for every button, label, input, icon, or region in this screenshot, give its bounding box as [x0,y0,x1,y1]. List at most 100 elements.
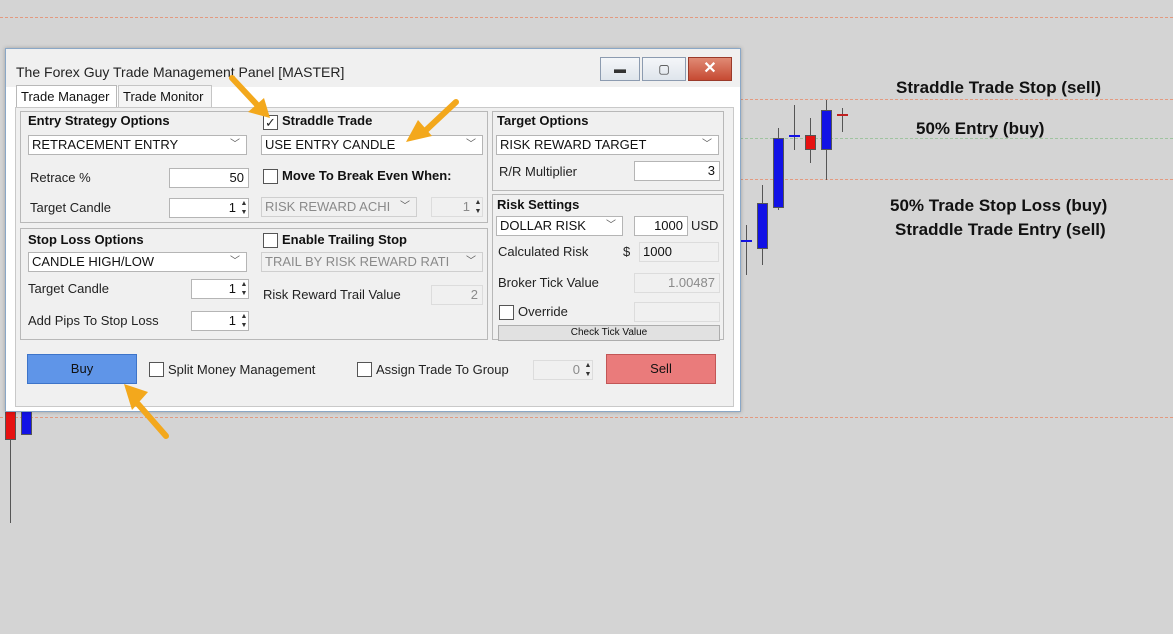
rr-multiplier-label: R/R Multiplier [499,164,578,179]
bear-candle [5,410,16,440]
chevron-down-icon: ﹀ [230,256,240,267]
level-line-stop-loss [740,179,1173,180]
candle-wick [794,105,795,150]
chevron-down-icon: ﹀ [230,139,240,150]
add-pips-stepper[interactable]: 1 ▲ ▼ [191,311,249,331]
entry-strategy-select[interactable]: RETRACEMENT ENTRY ﹀ [28,135,247,155]
trail-value-label: Risk Reward Trail Value [263,287,401,302]
window-title: The Forex Guy Trade Management Panel [MA… [16,64,345,80]
spinner-arrows-icon[interactable]: ▲ ▼ [240,199,248,217]
level-line-top [0,17,1173,18]
entry-target-candle-stepper[interactable]: 1 ▲ ▼ [169,198,249,218]
title-bar[interactable]: The Forex Guy Trade Management Panel [MA… [6,49,740,87]
break-even-select[interactable]: RISK REWARD ACHI ﹀ [261,197,417,217]
group-value: 0 [572,362,580,377]
break-even-stepper[interactable]: 1 ▲ ▼ [431,197,483,217]
straddle-label: Straddle Trade [282,113,373,128]
trailing-stop-label: Enable Trailing Stop [282,232,407,247]
break-even-value: 1 [462,199,470,214]
add-pips-value: 1 [228,313,236,328]
entry-strategy-heading: Entry Strategy Options [28,113,170,128]
straddle-select-value: USE ENTRY CANDLE [265,137,396,152]
assign-group-label: Assign Trade To Group [376,362,509,377]
bull-candle [21,410,32,435]
break-even-label: Move To Break Even When: [282,168,452,183]
group-stepper[interactable]: 0 ▲ ▼ [533,360,593,380]
risk-amount-input[interactable]: 1000 [634,216,688,236]
stop-loss-heading: Stop Loss Options [28,232,144,247]
stop-target-candle-stepper[interactable]: 1 ▲ ▼ [191,279,249,299]
spinner-arrows-icon[interactable]: ▲ ▼ [474,198,482,216]
close-button[interactable]: ✕ [688,57,732,81]
tick-value-label: Broker Tick Value [498,275,599,290]
arrow-to-straddle-select [406,99,459,142]
level-line-straddle-stop [740,99,1173,100]
target-options-group: Target Options RISK REWARD TARGET ﹀ R/R … [492,111,724,191]
risk-settings-group: Risk Settings DOLLAR RISK ﹀ 1000 USD Cal… [492,194,724,341]
candle-doji [789,135,800,137]
stop-loss-select[interactable]: CANDLE HIGH/LOW ﹀ [28,252,247,272]
tick-value-field: 1.00487 [634,273,720,293]
chevron-down-icon: ﹀ [466,256,476,267]
check-tick-value-button[interactable]: Check Tick Value [498,325,720,341]
target-options-select[interactable]: RISK REWARD TARGET ﹀ [496,135,719,155]
candle-wick [746,225,747,275]
stop-target-candle-value: 1 [228,281,236,296]
retrace-label: Retrace % [30,170,91,185]
target-options-heading: Target Options [497,113,589,128]
annotation-50-entry: 50% Entry (buy) [916,119,1045,138]
retrace-input[interactable]: 50 [169,168,249,188]
risk-settings-heading: Risk Settings [497,197,580,212]
spinner-arrows-icon[interactable]: ▲ ▼ [240,312,248,330]
chevron-down-icon: ﹀ [606,220,616,231]
annotation-50-stop-loss: 50% Trade Stop Loss (buy) [890,196,1108,215]
candle-wick [842,108,843,132]
bear-candle [805,135,816,150]
risk-currency-label: USD [691,218,719,233]
maximize-button[interactable]: ▢ [642,57,686,81]
chevron-down-icon: ﹀ [400,201,410,212]
trade-management-window: The Forex Guy Trade Management Panel [MA… [5,48,741,412]
dollar-sign-label: $ [623,244,631,259]
split-money-label: Split Money Management [168,362,316,377]
sell-button[interactable]: Sell [606,354,716,384]
risk-type-select[interactable]: DOLLAR RISK ﹀ [496,216,623,236]
spinner-arrows-icon[interactable]: ▲ ▼ [584,361,592,379]
candle-doji [741,240,752,242]
arrow-to-buy-button [124,384,169,439]
split-money-checkbox[interactable] [149,362,164,377]
add-pips-label: Add Pips To Stop Loss [28,313,159,328]
trailing-select-value: TRAIL BY RISK REWARD RATI [265,254,450,269]
trail-value-input[interactable]: 2 [431,285,483,305]
trailing-stop-checkbox[interactable] [263,233,278,248]
candle-doji [837,114,848,116]
spinner-arrows-icon[interactable]: ▲ ▼ [240,280,248,298]
trade-manager-panel: Entry Strategy Options RETRACEMENT ENTRY… [15,107,734,407]
risk-type-value: DOLLAR RISK [500,218,586,233]
chevron-down-icon: ﹀ [702,139,712,150]
override-checkbox[interactable] [499,305,514,320]
override-input[interactable] [634,302,720,322]
target-options-value: RISK REWARD TARGET [500,137,647,152]
entry-target-candle-label: Target Candle [30,200,111,215]
override-label: Override [518,304,568,319]
calculated-risk-label: Calculated Risk [498,244,589,259]
annotation-straddle-stop: Straddle Trade Stop (sell) [896,78,1101,97]
break-even-checkbox[interactable] [263,169,278,184]
trailing-select[interactable]: TRAIL BY RISK REWARD RATI ﹀ [261,252,483,272]
arrow-to-straddle-checkbox [229,75,270,118]
tab-trade-manager[interactable]: Trade Manager [16,85,117,107]
minimize-button[interactable]: ▬ [600,57,640,81]
entry-target-candle-value: 1 [228,200,236,215]
break-even-select-value: RISK REWARD ACHI [265,199,391,214]
entry-strategy-value: RETRACEMENT ENTRY [32,137,179,152]
tab-trade-monitor[interactable]: Trade Monitor [118,85,212,107]
calculated-risk-value: 1000 [639,242,719,262]
bull-candle [773,138,784,208]
rr-multiplier-input[interactable]: 3 [634,161,720,181]
stop-loss-select-value: CANDLE HIGH/LOW [32,254,155,269]
assign-group-checkbox[interactable] [357,362,372,377]
stop-target-candle-label: Target Candle [28,281,109,296]
bull-candle [757,203,768,249]
annotation-straddle-entry: Straddle Trade Entry (sell) [895,220,1106,239]
